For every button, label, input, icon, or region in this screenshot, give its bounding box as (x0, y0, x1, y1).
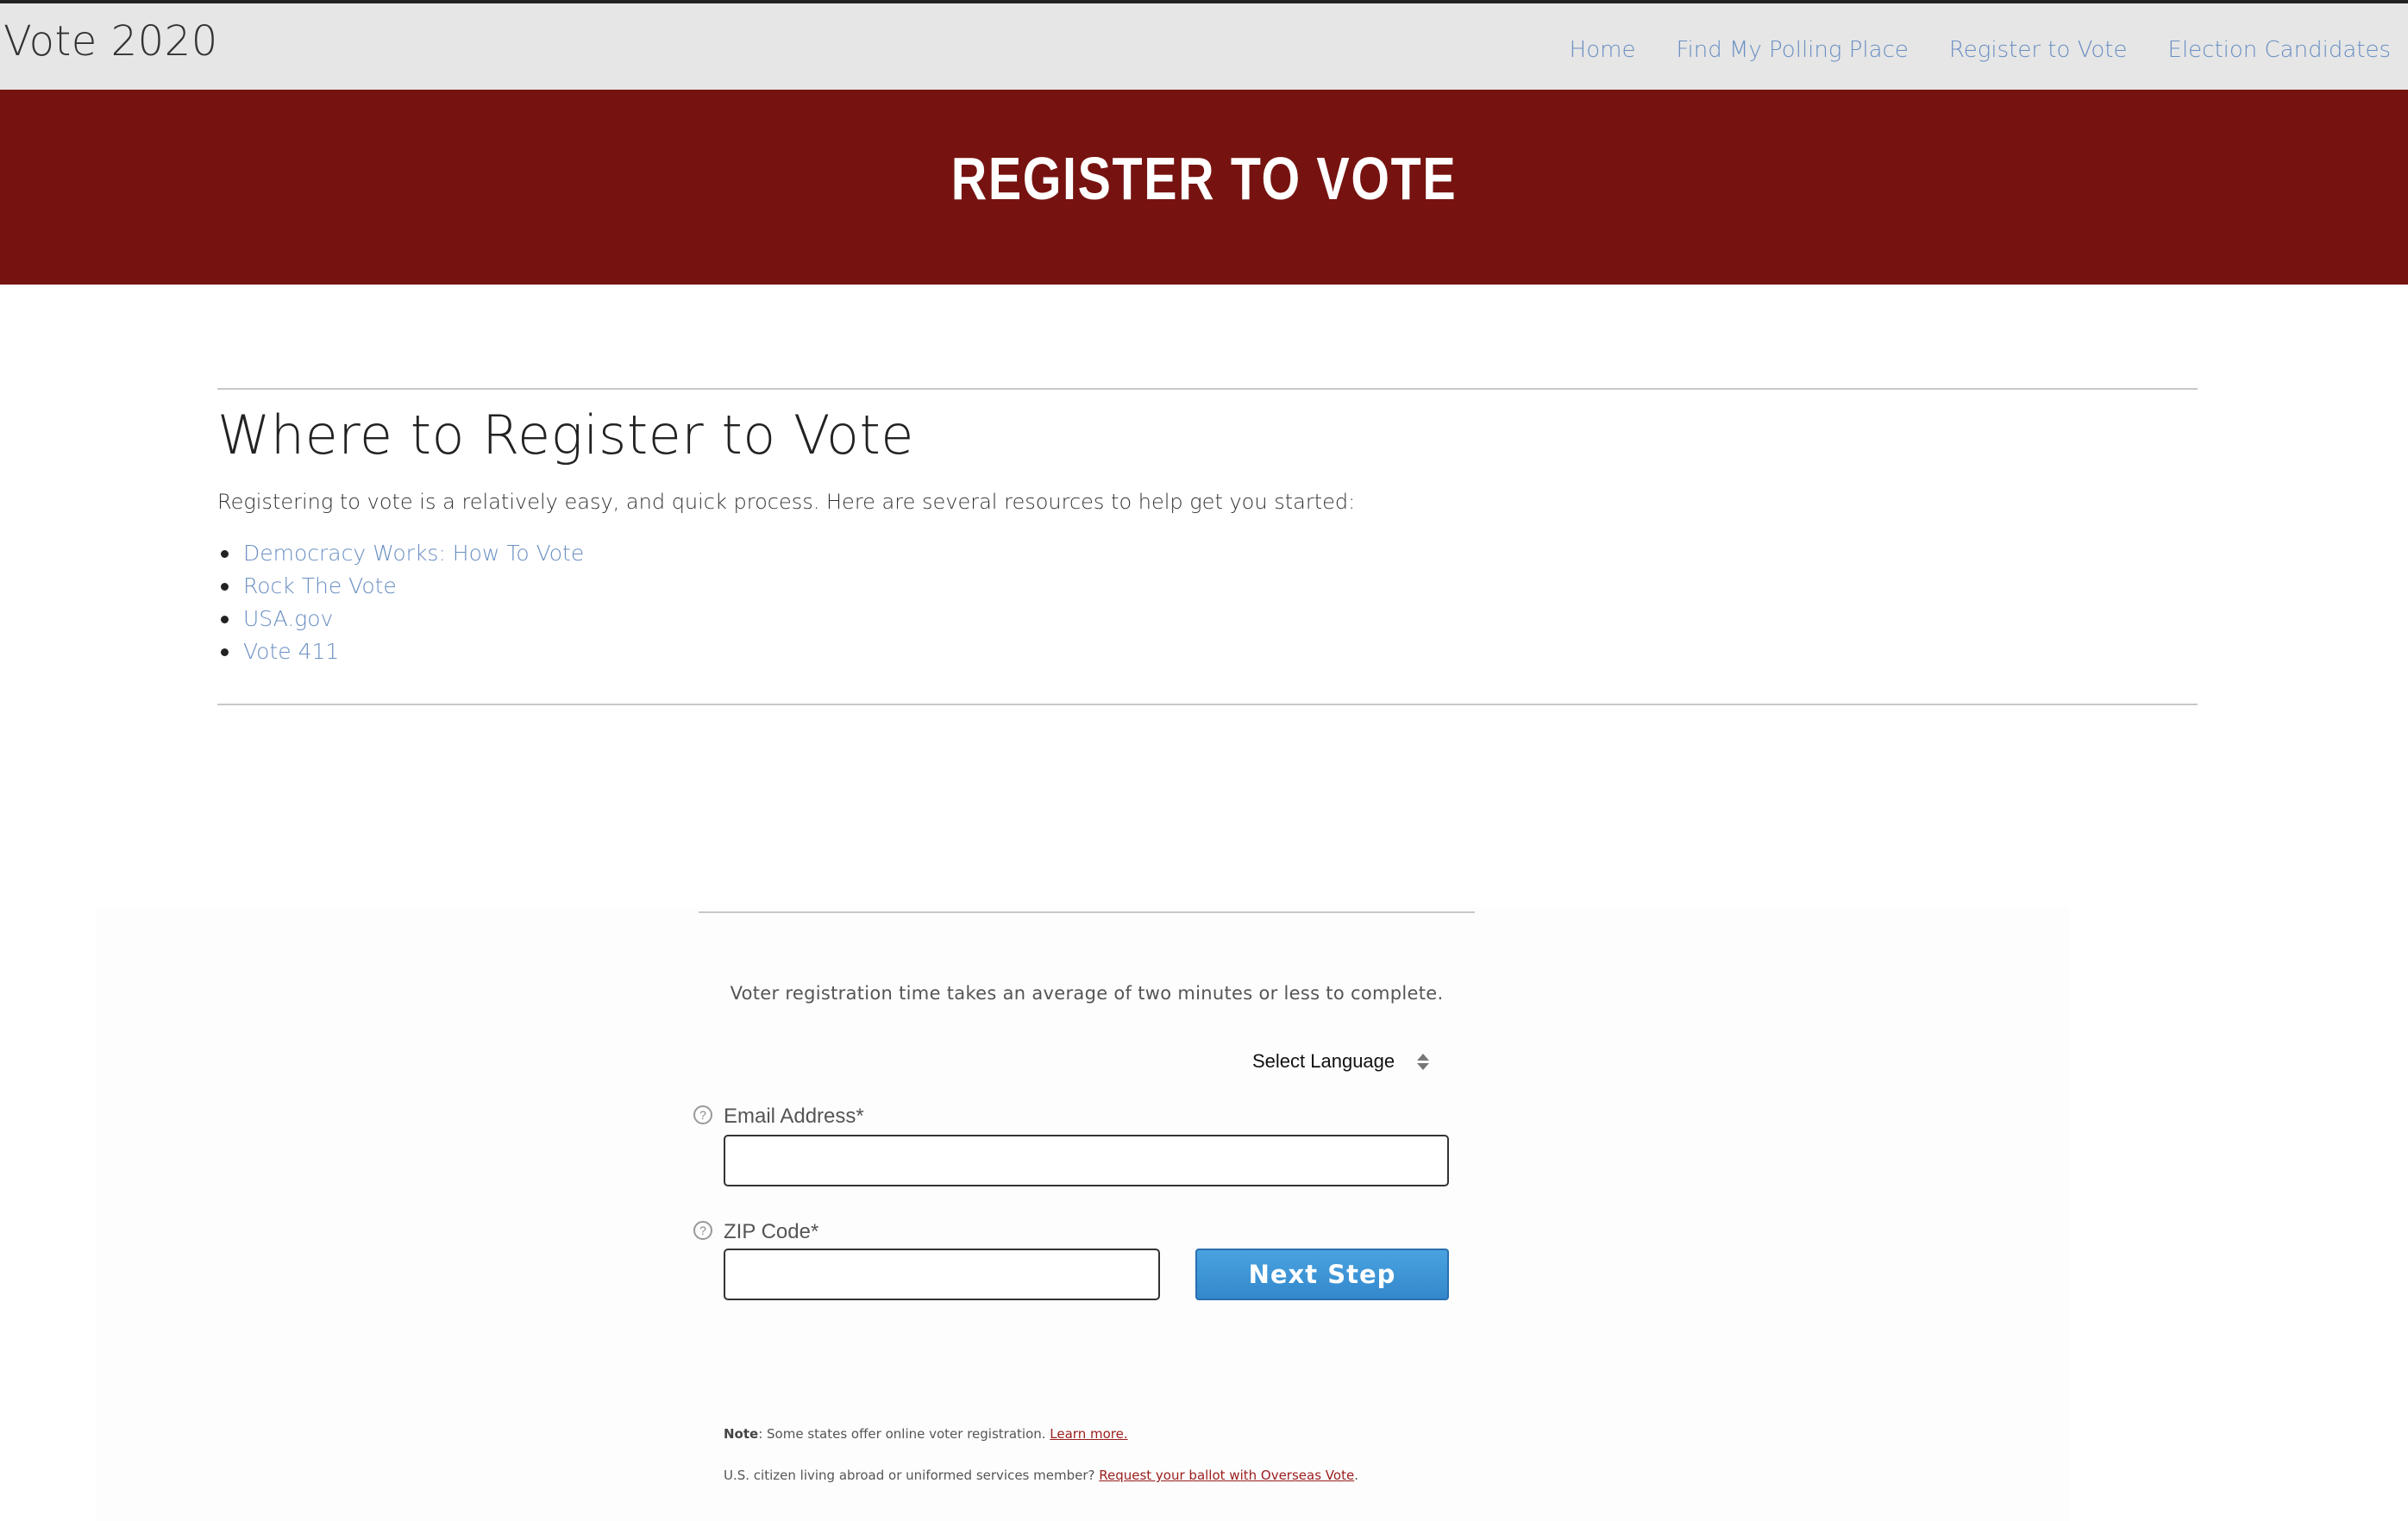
main-nav: Home Find My Polling Place Register to V… (1570, 33, 2391, 67)
overseas-vote-link[interactable]: Request your ballot with Overseas Vote (1099, 1468, 1354, 1483)
zip-field[interactable] (724, 1249, 1160, 1300)
list-item: Rock The Vote (217, 570, 584, 603)
language-select-label: Select Language (1252, 1050, 1395, 1072)
list-item: USA.gov (217, 603, 584, 635)
navbar: Vote 2020 Home Find My Polling Place Reg… (0, 3, 2408, 90)
nav-home[interactable]: Home (1570, 33, 1636, 67)
bullet (221, 583, 229, 591)
email-label: Email Address* (724, 1105, 864, 1128)
resource-list: Democracy Works: How To Vote Rock The Vo… (217, 537, 584, 668)
list-item: Democracy Works: How To Vote (217, 537, 584, 570)
select-arrows-icon (1417, 1053, 1430, 1070)
zip-label: ZIP Code* (724, 1220, 819, 1243)
section-heading: Where to Register to Vote (217, 404, 914, 466)
bullet (221, 616, 229, 623)
resource-link-rock-the-vote[interactable]: Rock The Vote (243, 573, 397, 598)
resource-link-usa-gov[interactable]: USA.gov (243, 606, 333, 631)
resource-link-vote-411[interactable]: Vote 411 (243, 639, 339, 664)
learn-more-link[interactable]: Learn more. (1050, 1426, 1127, 1442)
online-registration-note: Note: Some states offer online voter reg… (724, 1424, 1128, 1443)
bullet (221, 648, 229, 656)
widget-divider (699, 911, 1475, 913)
nav-election-candidates[interactable]: Election Candidates (2168, 33, 2391, 67)
zip-help-icon[interactable]: ? (693, 1221, 712, 1240)
registration-intro: Voter registration time takes an average… (730, 983, 1444, 1004)
overseas-note: U.S. citizen living abroad or uniformed … (724, 1466, 1358, 1485)
note-text: : Some states offer online voter registr… (758, 1426, 1050, 1442)
next-step-button[interactable]: Next Step (1195, 1249, 1449, 1300)
overseas-text: U.S. citizen living abroad or uniformed … (724, 1468, 1100, 1483)
nav-find-polling-place[interactable]: Find My Polling Place (1676, 33, 1908, 67)
note-prefix: Note (724, 1426, 759, 1442)
page-banner: REGISTER TO VOTE (0, 90, 2408, 285)
page-title: REGISTER TO VOTE (950, 145, 1458, 212)
divider-bottom (217, 704, 2198, 705)
section-intro: Registering to vote is a relatively easy… (217, 490, 1356, 514)
divider-top (217, 388, 2198, 390)
nav-register-to-vote[interactable]: Register to Vote (1949, 33, 2128, 67)
site-title[interactable]: Vote 2020 (3, 14, 218, 69)
bullet (221, 550, 229, 558)
overseas-suffix: . (1354, 1468, 1358, 1483)
email-help-icon[interactable]: ? (693, 1105, 712, 1124)
language-select[interactable]: Select Language (1252, 1050, 1430, 1073)
list-item: Vote 411 (217, 635, 584, 668)
email-field[interactable] (724, 1135, 1449, 1186)
resource-link-democracy-works[interactable]: Democracy Works: How To Vote (243, 541, 584, 566)
